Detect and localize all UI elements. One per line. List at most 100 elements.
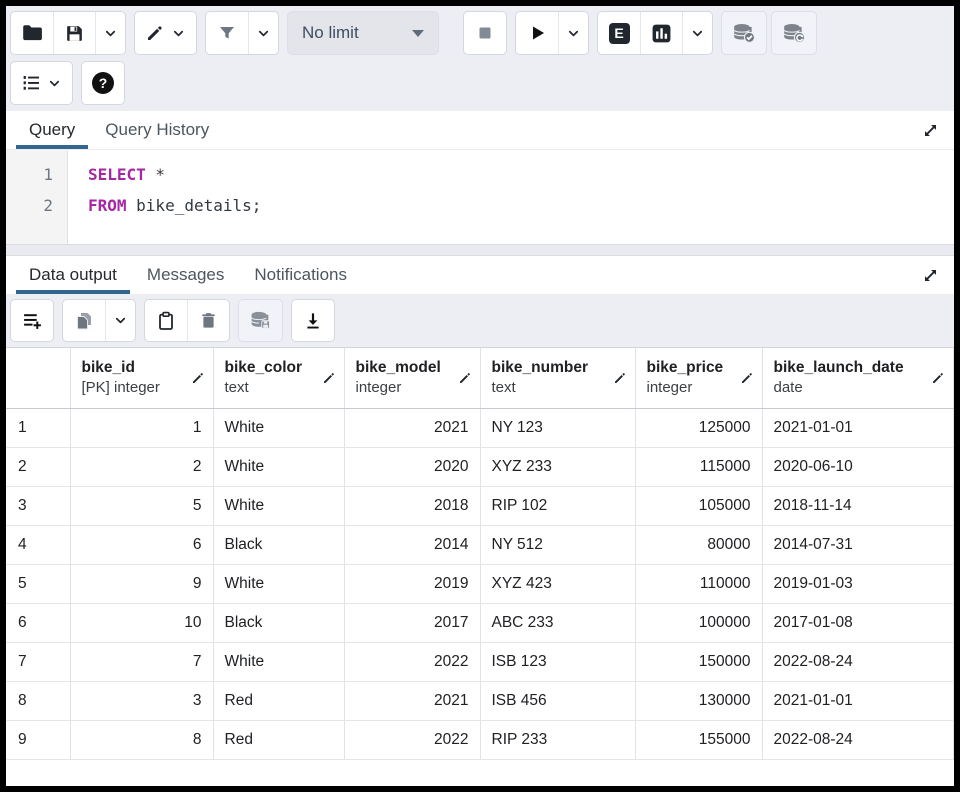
- execute-button[interactable]: [516, 12, 558, 54]
- table-cell[interactable]: White: [213, 408, 344, 447]
- table-cell[interactable]: NY 123: [480, 408, 635, 447]
- table-cell[interactable]: 8: [70, 720, 213, 759]
- row-number-cell[interactable]: 4: [6, 525, 70, 564]
- copy-button[interactable]: [63, 300, 105, 341]
- save-data-changes-button[interactable]: [239, 300, 282, 341]
- table-cell[interactable]: 80000: [635, 525, 762, 564]
- table-cell[interactable]: 2021: [344, 408, 480, 447]
- delete-row-button[interactable]: [187, 300, 229, 341]
- table-cell[interactable]: White: [213, 486, 344, 525]
- table-cell[interactable]: 2021: [344, 681, 480, 720]
- explain-menu-button[interactable]: [682, 12, 712, 54]
- sql-code[interactable]: SELECT * FROM bike_details;: [68, 150, 261, 244]
- table-cell[interactable]: 2022: [344, 720, 480, 759]
- commit-button[interactable]: [722, 12, 766, 54]
- row-number-cell[interactable]: 8: [6, 681, 70, 720]
- table-cell[interactable]: 105000: [635, 486, 762, 525]
- save-button[interactable]: [53, 12, 95, 54]
- edit-dropdown-button[interactable]: [135, 12, 196, 54]
- tab-query[interactable]: Query: [16, 111, 88, 149]
- table-cell[interactable]: 115000: [635, 447, 762, 486]
- table-cell[interactable]: XYZ 233: [480, 447, 635, 486]
- table-cell[interactable]: 3: [70, 681, 213, 720]
- table-cell[interactable]: ISB 123: [480, 642, 635, 681]
- table-cell[interactable]: 2020-06-10: [762, 447, 954, 486]
- row-number-cell[interactable]: 3: [6, 486, 70, 525]
- filter-button[interactable]: [206, 12, 248, 54]
- table-cell[interactable]: 7: [70, 642, 213, 681]
- table-cell[interactable]: RIP 233: [480, 720, 635, 759]
- column-header-bike-number[interactable]: bike_numbertext: [480, 348, 635, 408]
- table-cell[interactable]: NY 512: [480, 525, 635, 564]
- save-menu-button[interactable]: [95, 12, 125, 54]
- table-cell[interactable]: 110000: [635, 564, 762, 603]
- row-number-cell[interactable]: 1: [6, 408, 70, 447]
- table-cell[interactable]: Black: [213, 525, 344, 564]
- column-header-bike-model[interactable]: bike_modelinteger: [344, 348, 480, 408]
- stop-button[interactable]: [464, 12, 506, 54]
- table-cell[interactable]: ABC 233: [480, 603, 635, 642]
- table-cell[interactable]: Red: [213, 720, 344, 759]
- column-header-bike-id[interactable]: bike_id[PK] integer: [70, 348, 213, 408]
- table-cell[interactable]: 2019-01-03: [762, 564, 954, 603]
- table-cell[interactable]: 125000: [635, 408, 762, 447]
- table-cell[interactable]: 150000: [635, 642, 762, 681]
- column-header-bike-color[interactable]: bike_colortext: [213, 348, 344, 408]
- rollback-button[interactable]: [772, 12, 816, 54]
- add-row-button[interactable]: [11, 300, 53, 341]
- row-number-cell[interactable]: 6: [6, 603, 70, 642]
- table-cell[interactable]: 9: [70, 564, 213, 603]
- table-cell[interactable]: 2021-01-01: [762, 408, 954, 447]
- table-cell[interactable]: 155000: [635, 720, 762, 759]
- tab-query-history[interactable]: Query History: [92, 111, 222, 149]
- help-button[interactable]: ?: [82, 62, 124, 104]
- row-number-cell[interactable]: 5: [6, 564, 70, 603]
- table-cell[interactable]: RIP 102: [480, 486, 635, 525]
- table-cell[interactable]: 2018: [344, 486, 480, 525]
- table-cell[interactable]: 2018-11-14: [762, 486, 954, 525]
- expand-query-panel-button[interactable]: [917, 117, 944, 144]
- table-cell[interactable]: ISB 456: [480, 681, 635, 720]
- explain-analyze-button[interactable]: [640, 12, 682, 54]
- table-cell[interactable]: XYZ 423: [480, 564, 635, 603]
- table-cell[interactable]: 100000: [635, 603, 762, 642]
- table-cell[interactable]: 2014-07-31: [762, 525, 954, 564]
- table-cell[interactable]: 2021-01-01: [762, 681, 954, 720]
- column-header-bike-launch-date[interactable]: bike_launch_datedate: [762, 348, 954, 408]
- tab-data-output[interactable]: Data output: [16, 256, 130, 294]
- table-cell[interactable]: White: [213, 564, 344, 603]
- table-cell[interactable]: 6: [70, 525, 213, 564]
- table-cell[interactable]: 5: [70, 486, 213, 525]
- table-cell[interactable]: 2019: [344, 564, 480, 603]
- sql-editor[interactable]: 1 2 SELECT * FROM bike_details;: [6, 150, 954, 244]
- explain-button[interactable]: E: [598, 12, 640, 54]
- panel-splitter[interactable]: [6, 244, 954, 256]
- table-cell[interactable]: 10: [70, 603, 213, 642]
- table-cell[interactable]: Red: [213, 681, 344, 720]
- table-cell[interactable]: 2022: [344, 642, 480, 681]
- table-cell[interactable]: 2: [70, 447, 213, 486]
- row-limit-select[interactable]: No limit: [287, 11, 439, 55]
- execute-menu-button[interactable]: [558, 12, 588, 54]
- macros-dropdown-button[interactable]: [11, 62, 72, 104]
- table-cell[interactable]: 2014: [344, 525, 480, 564]
- download-csv-button[interactable]: [292, 300, 334, 341]
- filter-menu-button[interactable]: [248, 12, 278, 54]
- open-file-button[interactable]: [11, 12, 53, 54]
- table-cell[interactable]: 2020: [344, 447, 480, 486]
- table-cell[interactable]: White: [213, 447, 344, 486]
- row-number-cell[interactable]: 2: [6, 447, 70, 486]
- table-cell[interactable]: 1: [70, 408, 213, 447]
- row-number-cell[interactable]: 7: [6, 642, 70, 681]
- expand-results-panel-button[interactable]: [917, 262, 944, 289]
- column-header-bike-price[interactable]: bike_priceinteger: [635, 348, 762, 408]
- table-cell[interactable]: 2017-01-08: [762, 603, 954, 642]
- row-number-cell[interactable]: 9: [6, 720, 70, 759]
- copy-menu-button[interactable]: [105, 300, 135, 341]
- table-cell[interactable]: 130000: [635, 681, 762, 720]
- tab-messages[interactable]: Messages: [134, 256, 237, 294]
- table-cell[interactable]: White: [213, 642, 344, 681]
- paste-button[interactable]: [145, 300, 187, 341]
- table-cell[interactable]: 2022-08-24: [762, 642, 954, 681]
- table-cell[interactable]: 2022-08-24: [762, 720, 954, 759]
